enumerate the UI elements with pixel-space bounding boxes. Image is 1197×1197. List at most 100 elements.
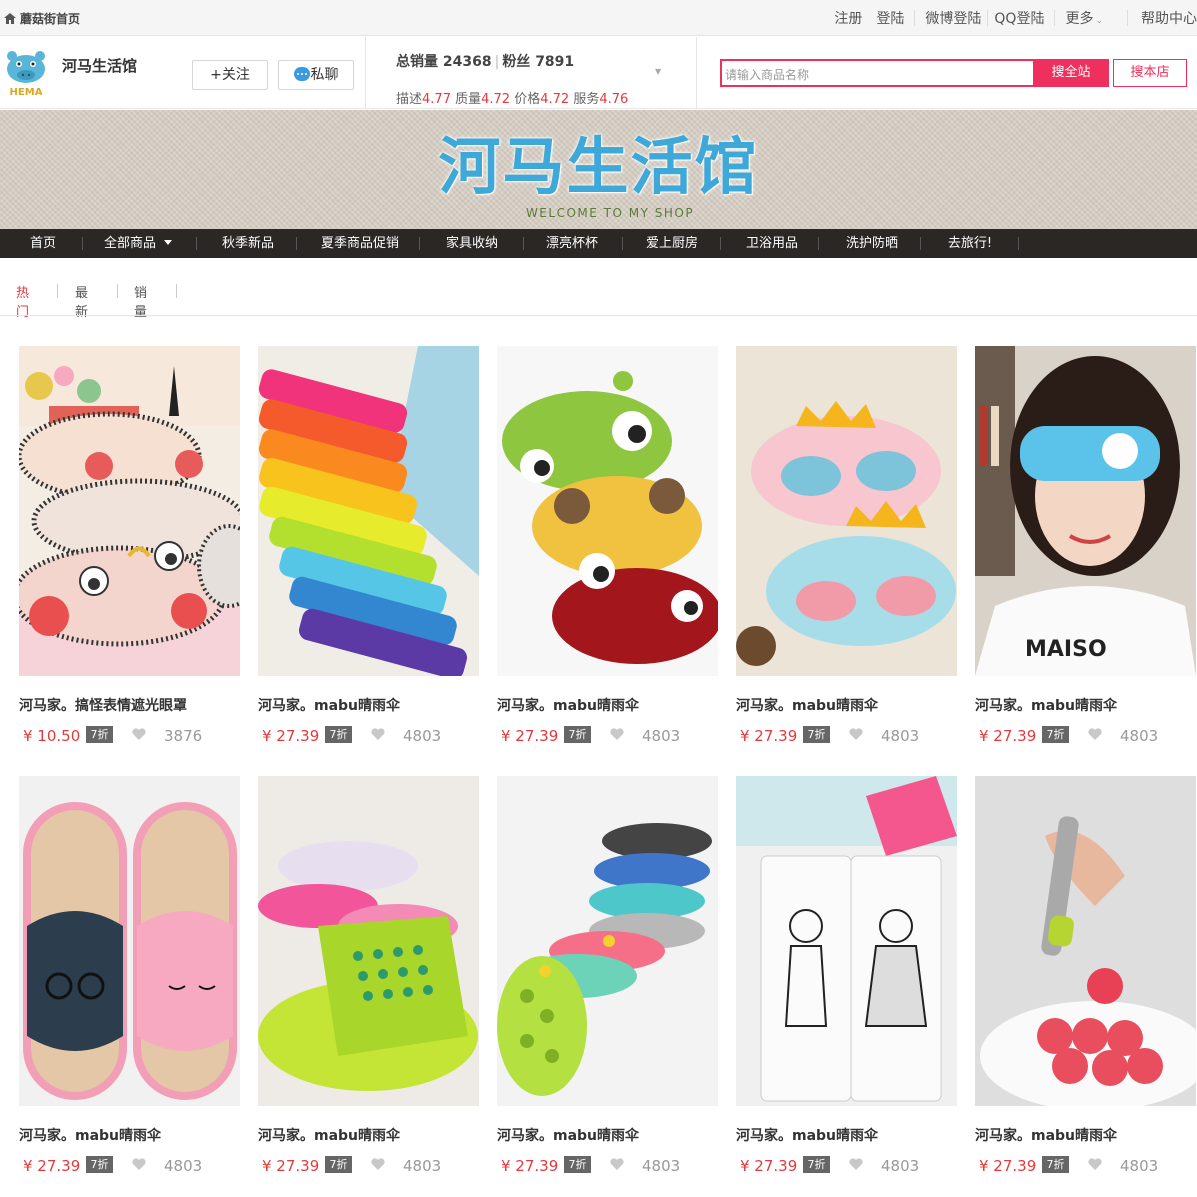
help-center-link[interactable]: 帮助中心 xyxy=(1141,8,1197,28)
like-count: 3876 xyxy=(164,727,203,745)
shop-logo[interactable]: HEMA xyxy=(4,47,48,99)
search-shop-button[interactable]: 搜本店 xyxy=(1113,59,1187,87)
discount-badge: 7折 xyxy=(325,726,352,743)
heart-icon[interactable] xyxy=(371,728,385,740)
shop-banner: 河马生活馆 WELCOME TO MY SHOP xyxy=(0,110,1197,229)
home-link[interactable]: 蘑菇街首页 xyxy=(4,10,80,27)
cat-slipper-image xyxy=(19,776,240,1106)
discount-badge: 7折 xyxy=(564,1156,591,1173)
product-image[interactable]: MAISO xyxy=(975,346,1196,676)
product-card[interactable]: 河马家。mabu晴雨伞 ¥ 27.39 7折 4803 xyxy=(497,776,718,1175)
product-card[interactable]: 河马家。搞怪表情遮光眼罩 ¥ 10.50 7折 3876 xyxy=(19,346,240,745)
nav-item-all-products[interactable]: 全部商品 xyxy=(96,229,180,258)
divider xyxy=(117,284,118,298)
pouch-image xyxy=(736,776,957,1106)
banner-subtitle: WELCOME TO MY SHOP xyxy=(525,206,695,220)
nav-item-home[interactable]: 首页 xyxy=(18,229,68,258)
product-price: ¥ 27.39 xyxy=(262,1157,320,1175)
nav-item-kitchen[interactable]: 爱上厨房 xyxy=(632,229,712,258)
discount-badge: 7折 xyxy=(1042,1156,1069,1173)
rating-label: 价格 xyxy=(514,92,541,107)
divider xyxy=(914,10,916,26)
nav-item-cups[interactable]: 漂亮杯杯 xyxy=(532,229,612,258)
heart-icon[interactable] xyxy=(849,728,863,740)
product-card[interactable]: 河马家。mabu晴雨伞 ¥ 27.39 7折 4803 xyxy=(258,346,479,745)
discount-badge: 7折 xyxy=(86,1156,113,1173)
product-price: ¥ 27.39 xyxy=(501,727,559,745)
nav-item-travel[interactable]: 去旅行! xyxy=(930,229,1010,258)
product-card[interactable]: 河马家。mabu晴雨伞 ¥ 27.39 7折 4803 xyxy=(736,776,957,1175)
heart-icon[interactable] xyxy=(132,1158,146,1170)
shop-nav: 首页 全部商品 秋季新品 夏季商品促销 家具收纳 漂亮杯杯 爱上厨房 卫浴用品 … xyxy=(0,229,1197,258)
heart-icon[interactable] xyxy=(132,728,146,740)
divider xyxy=(920,237,921,250)
nav-item-storage[interactable]: 家具收纳 xyxy=(432,229,512,258)
register-link[interactable]: 注册 xyxy=(834,8,862,28)
product-image[interactable] xyxy=(497,776,718,1106)
product-name[interactable]: 河马家。mabu晴雨伞 xyxy=(736,695,878,715)
chat-button[interactable]: 私聊 xyxy=(278,60,354,90)
more-menu[interactable]: 更多 ⌄ xyxy=(1065,8,1103,28)
product-card[interactable]: 河马家。mabu晴雨伞 ¥ 27.39 7折 4803 xyxy=(19,776,240,1175)
product-name[interactable]: 河马家。mabu晴雨伞 xyxy=(736,1125,878,1145)
product-card[interactable]: 河马家。mabu晴雨伞 ¥ 27.39 7折 4803 xyxy=(975,776,1196,1175)
product-price: ¥ 27.39 xyxy=(740,727,798,745)
heart-icon[interactable] xyxy=(371,1158,385,1170)
product-name[interactable]: 河马家。mabu晴雨伞 xyxy=(975,695,1117,715)
more-label: 更多 xyxy=(1065,11,1094,27)
like-count: 4803 xyxy=(403,727,442,745)
rating-value: 4.72 xyxy=(540,92,570,107)
svg-text:MAISO: MAISO xyxy=(1025,637,1107,662)
nav-item-autumn[interactable]: 秋季新品 xyxy=(208,229,288,258)
heart-icon[interactable] xyxy=(1088,1158,1102,1170)
like-count: 4803 xyxy=(642,1157,681,1175)
product-price: ¥ 10.50 xyxy=(23,727,81,745)
product-image[interactable] xyxy=(497,346,718,676)
divider xyxy=(818,237,819,250)
product-image[interactable] xyxy=(736,776,957,1106)
login-link[interactable]: 登陆 xyxy=(876,8,904,28)
chevron-down-icon: ⌄ xyxy=(1095,16,1103,26)
product-card[interactable]: 河马家。mabu晴雨伞 ¥ 27.39 7折 4803 xyxy=(497,346,718,745)
heart-icon[interactable] xyxy=(610,728,624,740)
product-card[interactable]: MAISO 河马家。mabu晴雨伞 ¥ 27.39 7折 4803 xyxy=(975,346,1196,745)
product-image[interactable] xyxy=(736,346,957,676)
product-name[interactable]: 河马家。mabu晴雨伞 xyxy=(497,1125,639,1145)
search-all-button[interactable]: 搜全站 xyxy=(1033,59,1109,87)
product-name[interactable]: 河马家。mabu晴雨伞 xyxy=(975,1125,1117,1145)
like-count: 4803 xyxy=(642,727,681,745)
rating-label: 描述 xyxy=(396,92,423,107)
follow-button[interactable]: +关注 xyxy=(192,60,268,90)
product-image[interactable] xyxy=(975,776,1196,1106)
weibo-login-link[interactable]: 微博登陆 xyxy=(925,8,981,28)
rating-value: 4.77 xyxy=(422,92,451,107)
nav-item-sunscreen[interactable]: 洗护防晒 xyxy=(832,229,912,258)
stats-dropdown-icon[interactable]: ▼ xyxy=(655,67,661,76)
search-input[interactable]: 请输入商品名称 xyxy=(720,59,1033,87)
product-image[interactable] xyxy=(258,346,479,676)
product-name[interactable]: 河马家。mabu晴雨伞 xyxy=(19,1125,161,1145)
total-sales-label: 总销量 xyxy=(396,54,438,70)
shop-name[interactable]: 河马生活馆 xyxy=(62,55,137,76)
qq-login-link[interactable]: QQ登陆 xyxy=(994,8,1044,28)
heart-icon[interactable] xyxy=(610,1158,624,1170)
product-image[interactable] xyxy=(19,776,240,1106)
heart-icon[interactable] xyxy=(1088,728,1102,740)
product-card[interactable]: 河马家。mabu晴雨伞 ¥ 27.39 7折 4803 xyxy=(258,776,479,1175)
product-name[interactable]: 河马家。mabu晴雨伞 xyxy=(258,1125,400,1145)
product-name[interactable]: 河马家。mabu晴雨伞 xyxy=(497,695,639,715)
product-name[interactable]: 河马家。搞怪表情遮光眼罩 xyxy=(19,695,187,715)
nav-item-bathroom[interactable]: 卫浴用品 xyxy=(732,229,812,258)
home-link-label: 蘑菇街首页 xyxy=(20,12,81,26)
product-image[interactable] xyxy=(19,346,240,676)
logo-text: HEMA xyxy=(10,87,43,98)
product-name[interactable]: 河马家。mabu晴雨伞 xyxy=(258,695,400,715)
product-price: ¥ 27.39 xyxy=(23,1157,81,1175)
heart-icon[interactable] xyxy=(849,1158,863,1170)
divider xyxy=(523,237,524,250)
product-price: ¥ 27.39 xyxy=(262,727,320,745)
product-card[interactable]: 河马家。mabu晴雨伞 ¥ 27.39 7折 4803 xyxy=(736,346,957,745)
nav-item-summer-sale[interactable]: 夏季商品促销 xyxy=(312,229,408,258)
product-image[interactable] xyxy=(258,776,479,1106)
discount-badge: 7折 xyxy=(803,1156,830,1173)
